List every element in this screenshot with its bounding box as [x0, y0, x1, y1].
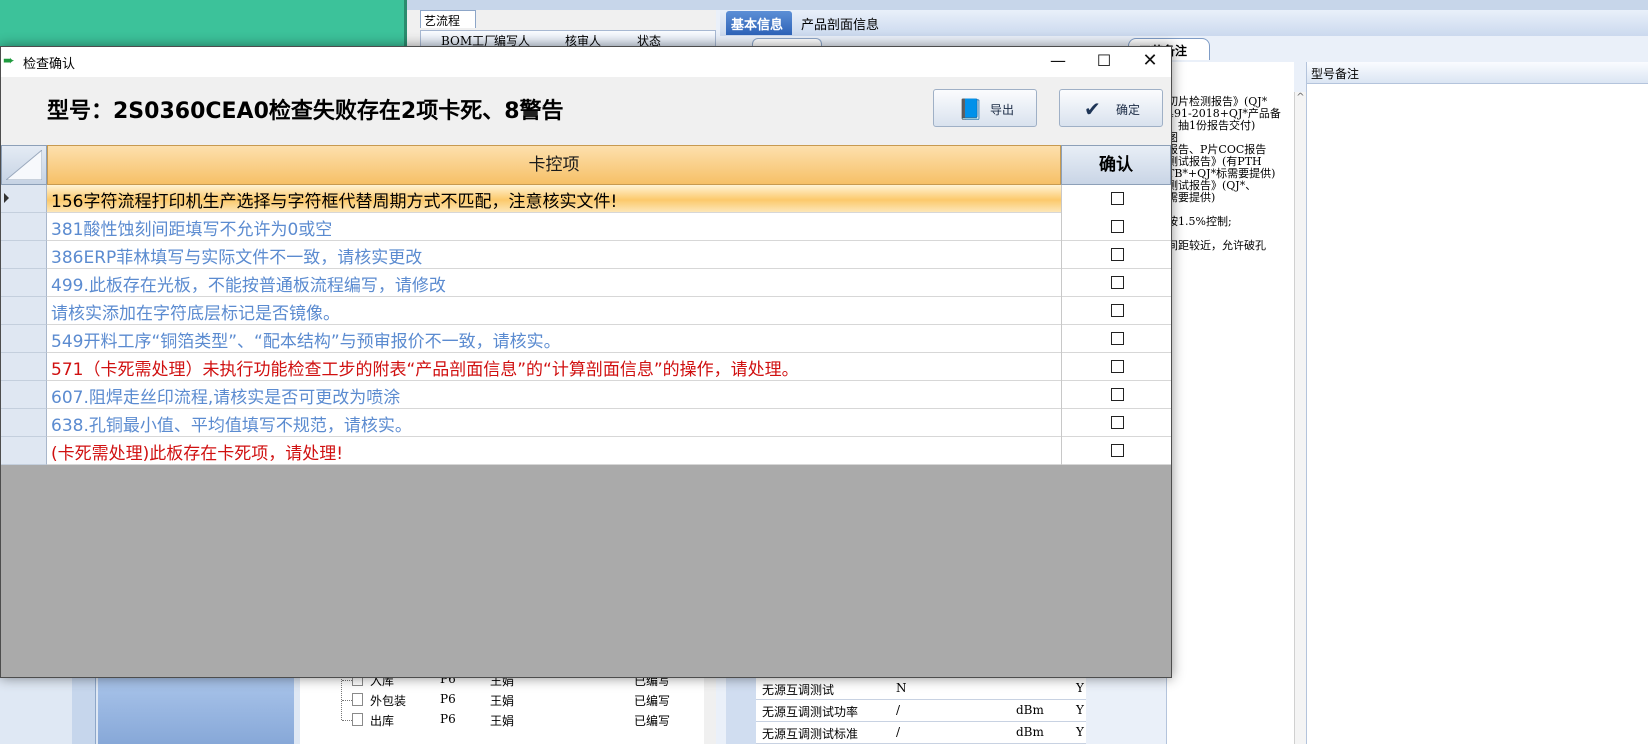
maximize-button[interactable]: ☐ — [1081, 47, 1127, 77]
select-all-triangle-icon — [6, 150, 42, 180]
app-icon: ➨ — [3, 53, 15, 69]
confirm-checkbox[interactable] — [1111, 388, 1124, 401]
check-item-text: 549开料工序“铜箔类型”、“配本结构”与预审报价不一致，请核实。 — [51, 332, 561, 352]
document-icon — [352, 693, 363, 706]
background-left-selection — [98, 678, 294, 744]
check-item-text: 499.此板存在光板，不能按普通板流程编写，请修改 — [51, 276, 446, 296]
table-row[interactable]: (卡死需处理)此板存在卡死项，请处理! — [1, 437, 1171, 465]
tree-row[interactable]: 出库 P6 王娟 已编写 — [300, 710, 704, 730]
table-row[interactable]: 386ERP菲林填写与实际文件不一致，请核实更改 — [1, 241, 1171, 269]
check-item-text: 571（卡死需处理）未执行功能检查工步的附表“产品剖面信息”的“计算剖面信息”的… — [51, 360, 799, 380]
tree-row[interactable]: 外包装 P6 王娟 已编写 — [300, 690, 704, 710]
confirm-checkbox[interactable] — [1111, 220, 1124, 233]
minimize-button[interactable]: — — [1035, 47, 1081, 77]
grid-header: 卡控项 确认 — [1, 145, 1171, 185]
confirm-checkbox[interactable] — [1111, 360, 1124, 373]
row-header[interactable] — [1, 325, 47, 353]
document-icon — [352, 713, 363, 726]
confirm-checkbox[interactable] — [1111, 332, 1124, 345]
background-app-green-panel — [0, 0, 404, 48]
row-header[interactable] — [1, 269, 47, 297]
grid-corner[interactable] — [1, 145, 47, 185]
process-notes-text: 切片检测报告》(QJ* 491-2018+QJ*产品备 ，抽1份报告交付) 图 … — [1166, 62, 1294, 744]
check-item-text: 638.孔铜最小值、平均值填写不规范，请核实。 — [51, 416, 412, 436]
confirm-checkbox[interactable] — [1111, 248, 1124, 261]
check-item-text: 请核实添加在字符底层标记是否镜像。 — [51, 304, 340, 324]
book-icon: 📘 — [958, 97, 983, 121]
model-note-header: 型号备注 — [1307, 62, 1648, 84]
confirm-label: 确定 — [1116, 103, 1141, 117]
table-row[interactable]: 571（卡死需处理）未执行功能检查工步的附表“产品剖面信息”的“计算剖面信息”的… — [1, 353, 1171, 381]
check-item-text: 156字符流程打印机生产选择与字符框代替周期方式不匹配，注意核实文件! — [51, 192, 618, 212]
confirm-checkbox[interactable] — [1111, 192, 1124, 205]
notes-scrollbar[interactable]: ^ — [1294, 92, 1306, 744]
check-item-text: 607.阻焊走丝印流程,请核实是否可更改为喷涂 — [51, 388, 401, 408]
model-note-panel: 型号备注 — [1306, 62, 1648, 744]
table-row[interactable]: 607.阻焊走丝印流程,请核实是否可更改为喷涂 — [1, 381, 1171, 409]
confirm-checkbox[interactable] — [1111, 416, 1124, 429]
row-header[interactable] — [1, 353, 47, 381]
table-row[interactable]: 381酸性蚀刻间距填写不允许为0或空 — [1, 213, 1171, 241]
check-item-text: 381酸性蚀刻间距填写不允许为0或空 — [51, 220, 333, 240]
close-button[interactable]: ✕ — [1127, 47, 1171, 77]
confirm-checkbox[interactable] — [1111, 276, 1124, 289]
property-row[interactable]: 无源互调测试标准 / dBm Y — [726, 722, 1086, 744]
row-header[interactable] — [1, 381, 47, 409]
check-items-grid: 卡控项 确认 156字符流程打印机生产选择与字符框代替周期方式不匹配，注意核实文… — [1, 145, 1171, 677]
column-header-item[interactable]: 卡控项 — [47, 145, 1061, 185]
tab-basic-info[interactable]: 基本信息 — [726, 11, 792, 35]
check-item-text: (卡死需处理)此板存在卡死项，请处理! — [51, 444, 344, 464]
checkmark-icon: ✔ — [1084, 97, 1101, 121]
check-confirm-dialog: ➨ 检查确认 — ☐ ✕ 型号：2S0360CEA0检查失败存在2项卡死、8警告… — [0, 46, 1172, 678]
check-item-text: 386ERP菲林填写与实际文件不一致，请核实更改 — [51, 248, 423, 268]
confirm-button[interactable]: ✔ 确定 — [1059, 89, 1163, 127]
note-line: 需要提供) — [1167, 191, 1216, 204]
confirm-checkbox[interactable] — [1111, 444, 1124, 457]
note-line: 按1.5%控制; — [1167, 215, 1232, 228]
property-row[interactable]: 无源互调测试 N Y — [726, 678, 1086, 700]
row-header[interactable] — [1, 297, 47, 325]
column-header-confirm[interactable]: 确认 — [1061, 145, 1171, 185]
check-result-headline: 型号：2S0360CEA0检查失败存在2项卡死、8警告 — [47, 99, 564, 124]
row-header[interactable] — [1, 409, 47, 437]
current-row-arrow-icon — [4, 193, 9, 203]
row-header[interactable] — [1, 185, 47, 213]
background-left-column — [72, 678, 96, 744]
confirm-checkbox[interactable] — [1111, 304, 1124, 317]
note-line: 间距较近，允许破孔 — [1167, 239, 1266, 252]
background-top-strip — [407, 0, 1648, 10]
property-row[interactable]: 无源互调测试功率 / dBm Y — [726, 700, 1086, 722]
row-header[interactable] — [1, 437, 47, 465]
background-property-table: 无源互调测试 N Y 无源互调测试功率 / dBm Y 无源互调测试标准 / d… — [726, 678, 1086, 744]
background-process-tab[interactable]: 艺流程 — [420, 10, 476, 28]
background-process-tree: 入库 P6 王娟 已编写 外包装 P6 王娟 已编写 出库 P6 王娟 已编写 — [300, 670, 704, 744]
row-header[interactable] — [1, 241, 47, 269]
table-row[interactable]: 499.此板存在光板，不能按普通板流程编写，请修改 — [1, 269, 1171, 297]
dialog-title: 检查确认 — [23, 57, 76, 72]
row-header[interactable] — [1, 213, 47, 241]
dialog-titlebar[interactable]: ➨ 检查确认 — ☐ ✕ — [1, 47, 1171, 77]
table-row[interactable]: 156字符流程打印机生产选择与字符框代替周期方式不匹配，注意核实文件! — [1, 185, 1171, 213]
export-label: 导出 — [990, 103, 1015, 117]
note-line: ，抽1份报告交付) — [1167, 119, 1256, 132]
export-button[interactable]: 📘 导出 — [933, 89, 1037, 127]
table-row[interactable]: 请核实添加在字符底层标记是否镜像。 — [1, 297, 1171, 325]
tab-product-profile[interactable]: 产品剖面信息 — [796, 11, 884, 35]
table-row[interactable]: 549开料工序“铜箔类型”、“配本结构”与预审报价不一致，请核实。 — [1, 325, 1171, 353]
table-row[interactable]: 638.孔铜最小值、平均值填写不规范，请核实。 — [1, 409, 1171, 437]
